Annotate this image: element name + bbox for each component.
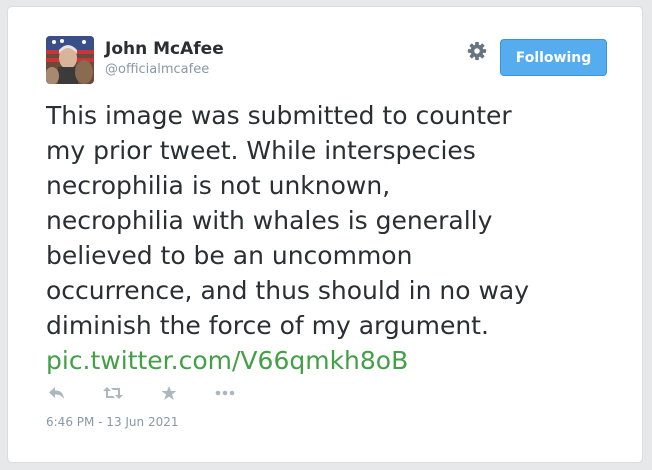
- following-button[interactable]: Following: [500, 39, 607, 76]
- tweet-timestamp[interactable]: 6:46 PM - 13 Jun 2021: [46, 415, 179, 429]
- tweet-text: This image was submitted to counter my p…: [46, 98, 626, 378]
- tweet-line: diminish the force of my argument.: [46, 311, 489, 340]
- tweet-line: believed to be an uncommon: [46, 241, 413, 270]
- reply-icon[interactable]: [46, 384, 68, 402]
- tweet-line: This image was submitted to counter: [46, 101, 512, 130]
- tweet-line: my prior tweet. While interspecies: [46, 136, 476, 165]
- tweet-card: John McAfee @officialmcafee Following Th…: [7, 6, 643, 463]
- tweet-media-link[interactable]: pic.twitter.com/V66qmkh8oB: [46, 343, 626, 378]
- user-name[interactable]: John McAfee: [105, 39, 224, 59]
- tweet-actions: [46, 383, 270, 403]
- retweet-icon[interactable]: [102, 384, 124, 402]
- tweet-line: occurrence, and thus should in no way: [46, 276, 530, 305]
- tweet-line: necrophilia with whales is generally: [46, 206, 493, 235]
- user-handle[interactable]: @officialmcafee: [105, 62, 209, 77]
- tweet-line: necrophilia is not unknown,: [46, 171, 391, 200]
- avatar[interactable]: [46, 36, 94, 84]
- gear-icon[interactable]: [466, 40, 488, 62]
- more-icon[interactable]: [214, 384, 236, 402]
- favorite-icon[interactable]: [158, 384, 180, 402]
